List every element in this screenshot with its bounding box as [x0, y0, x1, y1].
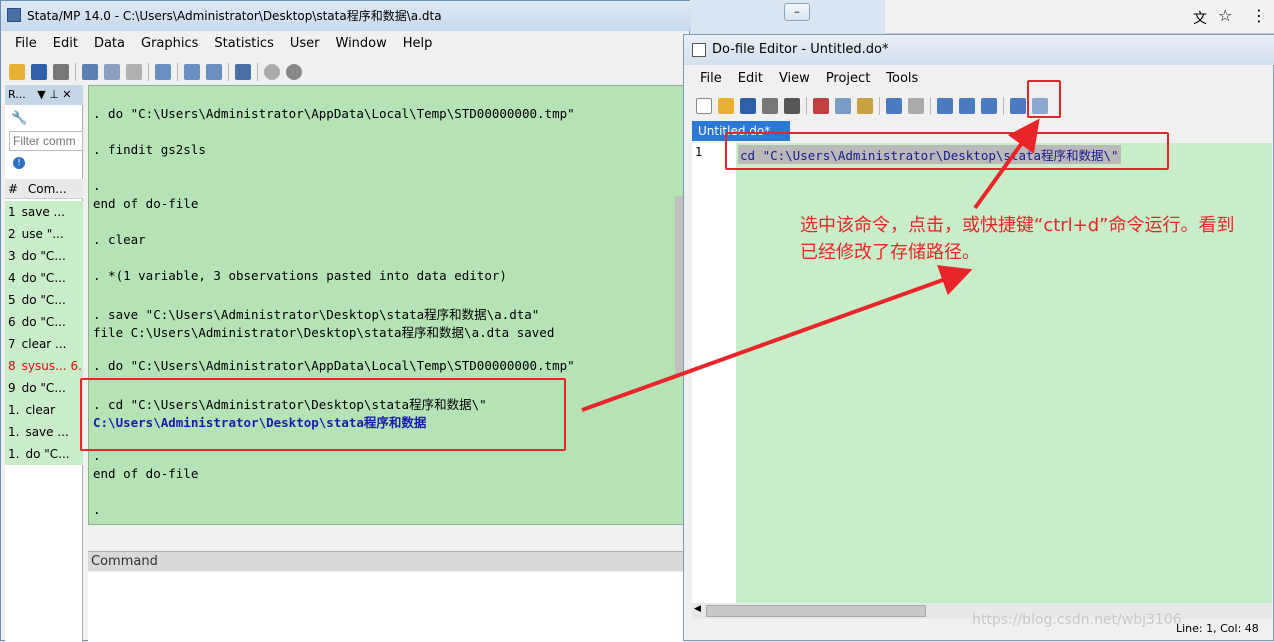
annotation-text: 选中该命令，点击，或快捷键“ctrl+d”命令运行。看到已经修改了存储路径。 — [800, 215, 1235, 263]
annotation-arrows — [581, 118, 1040, 412]
watermark: https://blog.csdn.net/wbj3106 — [972, 612, 1182, 628]
arrow-to-execute — [973, 118, 1040, 210]
editor-status: Line: 1, Col: 48 — [1176, 622, 1259, 635]
arrow-to-result — [581, 265, 973, 412]
